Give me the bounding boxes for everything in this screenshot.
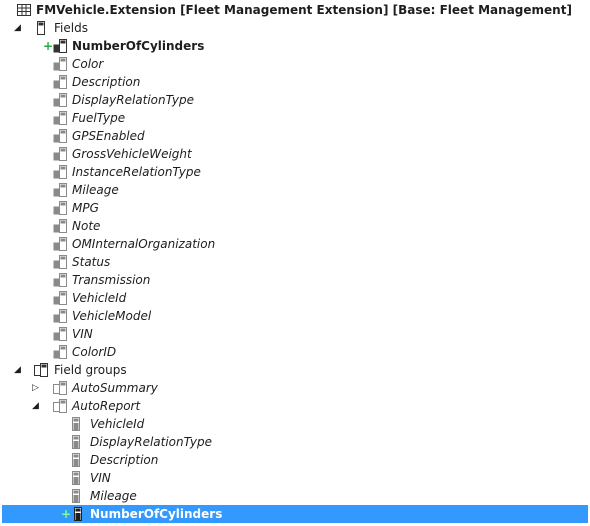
tree-item-autoreport[interactable]: ◢ AutoReport — [0, 397, 590, 415]
field-icon — [53, 75, 67, 89]
field-label: Mileage — [72, 183, 119, 197]
field-label: Description — [72, 75, 141, 89]
field-label: OMInternalOrganization — [72, 237, 216, 251]
tree-item-field[interactable]: VehicleModel — [0, 307, 590, 325]
field-groups-icon — [34, 363, 48, 377]
field-icon — [53, 309, 67, 323]
field-label: InstanceRelationType — [72, 165, 201, 179]
field-label: Color — [72, 57, 104, 71]
tree-item-field[interactable]: GPSEnabled — [0, 127, 590, 145]
group-field-icon — [69, 453, 83, 467]
tree-item-autoreport-new-field[interactable]: + NumberOfCylinders — [2, 505, 588, 523]
tree-item-field[interactable]: Transmission — [0, 271, 590, 289]
field-label: VehicleModel — [72, 309, 152, 323]
tree-item-field[interactable]: ColorID — [0, 343, 590, 361]
field-label: VIN — [72, 327, 93, 341]
tree-item-new-field[interactable]: + NumberOfCylinders — [0, 37, 590, 55]
tree-item-field[interactable]: MPG — [0, 199, 590, 217]
collapse-arrow-icon[interactable]: ◢ — [14, 22, 24, 34]
group-field-icon — [71, 507, 85, 521]
collapse-arrow-icon[interactable]: ◢ — [32, 400, 42, 412]
autoreport-label: AutoReport — [72, 399, 141, 413]
group-field-icon — [69, 471, 83, 485]
group-field-icon — [69, 435, 83, 449]
tree-item-group-field[interactable]: VIN — [0, 469, 590, 487]
tree-item-field[interactable]: VehicleId — [0, 289, 590, 307]
fields-label: Fields — [54, 21, 88, 35]
field-icon — [53, 147, 67, 161]
field-label: Status — [72, 255, 111, 269]
tree-item-field[interactable]: Color — [0, 55, 590, 73]
field-label: ColorID — [72, 345, 117, 359]
expand-arrow-icon[interactable]: ▷ — [32, 382, 42, 394]
field-group-icon — [53, 381, 67, 395]
autosummary-label: AutoSummary — [72, 381, 158, 395]
field-icon — [53, 291, 67, 305]
group-field-label: VIN — [90, 471, 111, 485]
root-label: FMVehicle.Extension [Fleet Management Ex… — [36, 3, 572, 17]
field-icon — [53, 129, 67, 143]
field-group-icon — [53, 399, 67, 413]
tree-item-field[interactable]: GrossVehicleWeight — [0, 145, 590, 163]
field-icon — [53, 183, 67, 197]
tree-item-group-field[interactable]: Description — [0, 451, 590, 469]
field-icon — [53, 111, 67, 125]
field-icon — [53, 201, 67, 215]
fields-folder-icon — [34, 21, 48, 35]
tree-item-field[interactable]: OMInternalOrganization — [0, 235, 590, 253]
tree-item-field[interactable]: VIN — [0, 325, 590, 343]
group-field-label: Description — [90, 453, 159, 467]
field-groups-label: Field groups — [54, 363, 127, 377]
field-icon — [53, 273, 67, 287]
field-icon — [53, 39, 67, 53]
new-field-label: NumberOfCylinders — [72, 39, 205, 53]
added-marker-icon: + — [61, 507, 72, 521]
tree-item-field[interactable]: Note — [0, 217, 590, 235]
tree-item-field[interactable]: Mileage — [0, 181, 590, 199]
field-label: Note — [72, 219, 101, 233]
tree-item-field[interactable]: DisplayRelationType — [0, 91, 590, 109]
field-label: VehicleId — [72, 291, 127, 305]
tree-node-field-groups[interactable]: ◢ Field groups — [0, 361, 590, 379]
field-label: GPSEnabled — [72, 129, 145, 143]
field-icon — [53, 327, 67, 341]
group-field-label: DisplayRelationType — [90, 435, 213, 449]
field-label: MPG — [72, 201, 99, 215]
autoreport-new-field-label: NumberOfCylinders — [90, 507, 223, 521]
field-icon — [53, 219, 67, 233]
group-field-icon — [69, 417, 83, 431]
field-icon — [53, 57, 67, 71]
tree-item-group-field[interactable]: DisplayRelationType — [0, 433, 590, 451]
tree-item-field[interactable]: FuelType — [0, 109, 590, 127]
group-field-label: VehicleId — [90, 417, 145, 431]
field-label: FuelType — [72, 111, 126, 125]
tree-item-group-field[interactable]: VehicleId — [0, 415, 590, 433]
field-icon — [53, 93, 67, 107]
field-icon — [53, 165, 67, 179]
field-label: GrossVehicleWeight — [72, 147, 192, 161]
field-label: Transmission — [72, 273, 151, 287]
group-field-icon — [69, 489, 83, 503]
tree-item-field[interactable]: Status — [0, 253, 590, 271]
group-field-label: Mileage — [90, 489, 137, 503]
tree-root-row[interactable]: FMVehicle.Extension [Fleet Management Ex… — [0, 1, 590, 19]
field-icon — [53, 237, 67, 251]
tree-item-field[interactable]: Description — [0, 73, 590, 91]
tree-node-fields[interactable]: ◢ Fields — [0, 19, 590, 37]
field-label: DisplayRelationType — [72, 93, 195, 107]
collapse-arrow-icon[interactable]: ◢ — [14, 364, 24, 376]
table-icon — [17, 3, 31, 17]
tree-item-group-field[interactable]: Mileage — [0, 487, 590, 505]
field-icon — [53, 345, 67, 359]
tree-item-autosummary[interactable]: ▷ AutoSummary — [0, 379, 590, 397]
field-icon — [53, 255, 67, 269]
added-marker-icon: + — [43, 39, 54, 53]
tree-item-field[interactable]: InstanceRelationType — [0, 163, 590, 181]
